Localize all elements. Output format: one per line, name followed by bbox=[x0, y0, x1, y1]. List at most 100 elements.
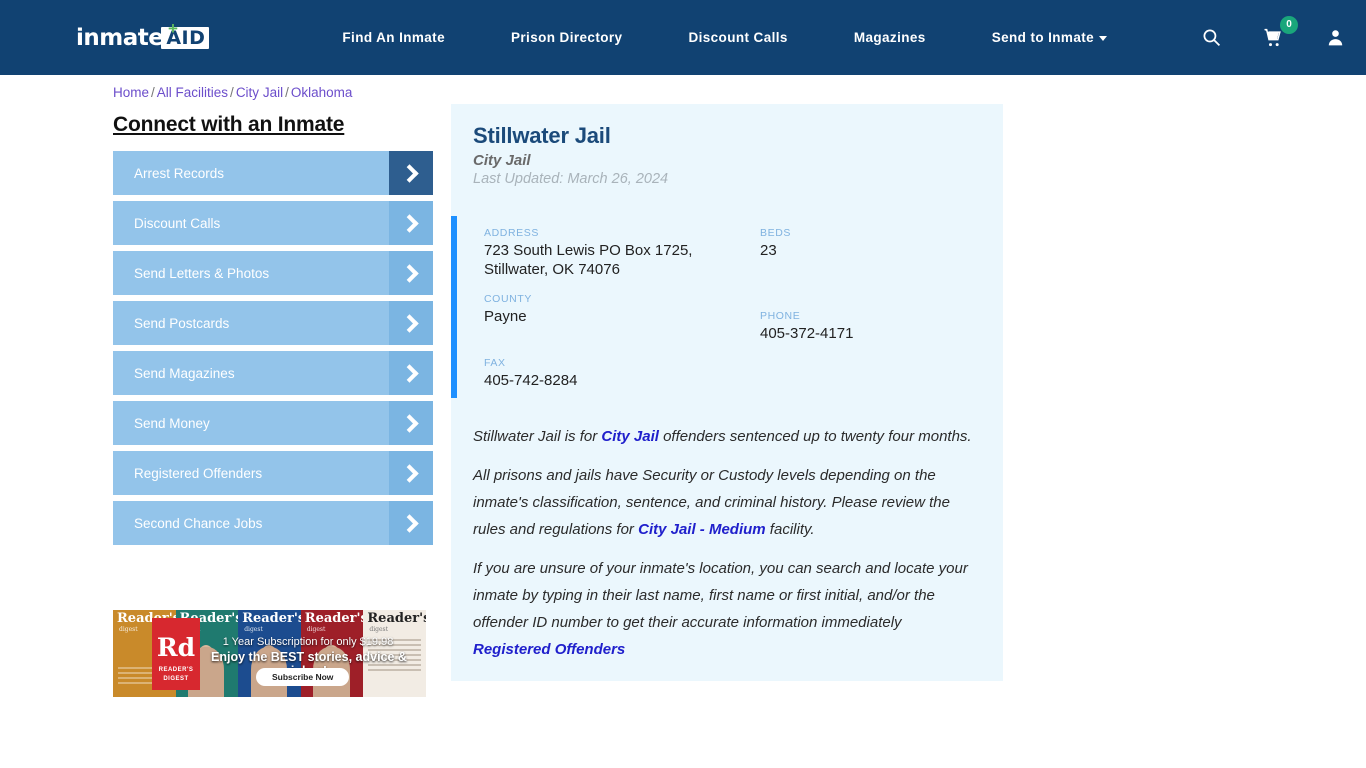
desc-text: If you are unsure of your inmate's locat… bbox=[473, 560, 968, 631]
facility-header: Stillwater Jail City Jail Last Updated: … bbox=[451, 123, 1003, 187]
chevron-right-icon bbox=[389, 501, 433, 545]
info-value: 23 bbox=[760, 242, 777, 259]
breadcrumb-separator: / bbox=[230, 85, 234, 100]
site-logo[interactable]: inmate AID + bbox=[76, 18, 210, 53]
info-value: 723 South Lewis PO Box 1725, Stillwater,… bbox=[484, 242, 693, 278]
cart-button[interactable]: 0 bbox=[1242, 15, 1304, 48]
sidebar-item-registered-offenders[interactable]: Registered Offenders bbox=[113, 451, 433, 495]
ad-brand-logo: Rd READER'S DIGEST bbox=[152, 618, 200, 690]
nav-item-find-an-inmate[interactable]: Find An Inmate bbox=[309, 30, 478, 45]
info-label: PHONE bbox=[760, 310, 801, 322]
info-field-empty bbox=[760, 357, 1003, 390]
nav-label: Find An Inmate bbox=[342, 30, 445, 45]
nav-label: Prison Directory bbox=[511, 30, 623, 45]
logo-plus-icon: + bbox=[168, 18, 178, 38]
ad-cover-sub: digest bbox=[119, 626, 138, 633]
cart-count-badge: 0 bbox=[1280, 15, 1298, 34]
nav-item-prison-directory[interactable]: Prison Directory bbox=[478, 30, 655, 45]
desc-text: offenders sentenced up to twenty four mo… bbox=[658, 428, 972, 445]
info-value: 405-372-4171 bbox=[760, 325, 854, 342]
sidebar-item-label: Arrest Records bbox=[134, 165, 225, 181]
sidebar-title: Connect with an Inmate bbox=[113, 113, 345, 136]
sidebar-item-label: Send Magazines bbox=[134, 365, 235, 381]
sidebar-item-second-chance-jobs[interactable]: Second Chance Jobs bbox=[113, 501, 433, 545]
ad-brand-name-line1: READER'S bbox=[158, 667, 194, 673]
facility-last-updated: Last Updated: March 26, 2024 bbox=[473, 171, 669, 187]
breadcrumb-separator: / bbox=[151, 85, 155, 100]
page-title: Stillwater Jail bbox=[473, 123, 611, 148]
ad-brand-initials: Rd bbox=[156, 633, 196, 662]
chevron-right-icon bbox=[389, 301, 433, 345]
site-header: inmate AID + Find An Inmate Prison Direc… bbox=[0, 0, 1366, 75]
ad-cover-sub: digest bbox=[369, 626, 389, 633]
sidebar-item-send-letters-photos[interactable]: Send Letters & Photos bbox=[113, 251, 433, 295]
info-label: FAX bbox=[484, 357, 506, 369]
account-button[interactable] bbox=[1304, 28, 1366, 47]
header-icon-group: 0 bbox=[1180, 15, 1366, 48]
sidebar-item-label: Send Letters & Photos bbox=[134, 265, 270, 281]
ad-cover-title: Reader's bbox=[304, 611, 364, 626]
chevron-right-icon bbox=[389, 451, 433, 495]
sidebar-item-label: Send Money bbox=[134, 415, 210, 431]
sidebar-item-label: Second Chance Jobs bbox=[134, 515, 263, 531]
facility-description: Stillwater Jail is for City Jail offende… bbox=[451, 423, 1003, 663]
info-label: ADDRESS bbox=[484, 227, 539, 239]
ad-brand-name-line2: DIGEST bbox=[163, 676, 189, 682]
sidebar-item-label: Discount Calls bbox=[134, 215, 221, 231]
logo-text-inmate: inmate bbox=[76, 24, 164, 51]
info-value: Payne bbox=[484, 308, 527, 325]
main-navigation: Find An Inmate Prison Directory Discount… bbox=[309, 30, 1140, 45]
search-button[interactable] bbox=[1180, 28, 1242, 47]
nav-item-discount-calls[interactable]: Discount Calls bbox=[655, 30, 820, 45]
info-field-phone: PHONE 405-372-4171 bbox=[760, 293, 1003, 357]
facility-type: City Jail bbox=[473, 152, 531, 169]
sidebar-item-label: Registered Offenders bbox=[134, 465, 263, 481]
sidebar-item-discount-calls[interactable]: Discount Calls bbox=[113, 201, 433, 245]
link-registered-offenders[interactable]: Registered Offenders bbox=[473, 641, 625, 658]
chevron-down-icon bbox=[1099, 35, 1108, 41]
ad-headline: 1 Year Subscription for only $19.98 bbox=[222, 636, 394, 648]
ad-subscribe-button[interactable]: Subscribe Now bbox=[256, 668, 350, 686]
nav-item-send-to-inmate[interactable]: Send to Inmate bbox=[959, 30, 1140, 45]
info-field-county: COUNTY Payne bbox=[484, 293, 760, 357]
facility-card: Stillwater Jail City Jail Last Updated: … bbox=[451, 104, 1003, 681]
nav-label: Magazines bbox=[853, 30, 926, 45]
info-field-address: ADDRESS 723 South Lewis PO Box 1725, Sti… bbox=[484, 227, 760, 293]
cart-icon bbox=[1263, 28, 1281, 46]
sidebar-item-send-postcards[interactable]: Send Postcards bbox=[113, 301, 433, 345]
ad-cover-sub: digest bbox=[306, 626, 326, 633]
info-label: BEDS bbox=[760, 227, 791, 239]
nav-item-magazines[interactable]: Magazines bbox=[821, 30, 959, 45]
nav-label: Send to Inmate bbox=[991, 30, 1095, 45]
breadcrumb-item-home[interactable]: Home bbox=[113, 85, 149, 100]
chevron-right-icon bbox=[389, 201, 433, 245]
facility-info-block: ADDRESS 723 South Lewis PO Box 1725, Sti… bbox=[451, 216, 1003, 398]
description-paragraph-1: Stillwater Jail is for City Jail offende… bbox=[473, 423, 981, 450]
info-field-fax: FAX 405-742-8284 bbox=[484, 357, 760, 390]
info-field-beds: BEDS 23 bbox=[760, 227, 1003, 293]
chevron-right-icon bbox=[389, 351, 433, 395]
nav-label: Discount Calls bbox=[688, 30, 788, 45]
advertisement-banner[interactable]: Reader's digest Reader's digest Reader's… bbox=[113, 610, 426, 697]
breadcrumb-item-all-facilities[interactable]: All Facilities bbox=[157, 85, 228, 100]
breadcrumb-item-city-jail[interactable]: City Jail bbox=[236, 85, 283, 100]
description-paragraph-2: All prisons and jails have Security or C… bbox=[473, 462, 981, 543]
breadcrumb-item-oklahoma[interactable]: Oklahoma bbox=[291, 85, 353, 100]
chevron-right-icon bbox=[389, 251, 433, 295]
ad-cover-title: Reader's bbox=[367, 611, 426, 626]
facility-info-grid: ADDRESS 723 South Lewis PO Box 1725, Sti… bbox=[484, 227, 1003, 390]
chevron-right-icon bbox=[389, 401, 433, 445]
sidebar-item-send-magazines[interactable]: Send Magazines bbox=[113, 351, 433, 395]
ad-cover-sub: digest bbox=[244, 626, 263, 633]
info-value: 405-742-8284 bbox=[484, 372, 578, 389]
chevron-right-icon bbox=[389, 151, 433, 195]
link-city-jail[interactable]: City Jail bbox=[601, 428, 659, 445]
sidebar-item-send-money[interactable]: Send Money bbox=[113, 401, 433, 445]
sidebar-item-arrest-records[interactable]: Arrest Records bbox=[113, 151, 433, 195]
breadcrumb: Home / All Facilities / City Jail / Oklahoma bbox=[113, 85, 352, 100]
info-label: COUNTY bbox=[484, 293, 532, 305]
desc-text: Stillwater Jail is for bbox=[473, 428, 602, 445]
link-city-jail-medium[interactable]: City Jail - Medium bbox=[638, 521, 766, 538]
desc-text: facility. bbox=[765, 521, 815, 538]
description-paragraph-3: If you are unsure of your inmate's locat… bbox=[473, 555, 981, 663]
